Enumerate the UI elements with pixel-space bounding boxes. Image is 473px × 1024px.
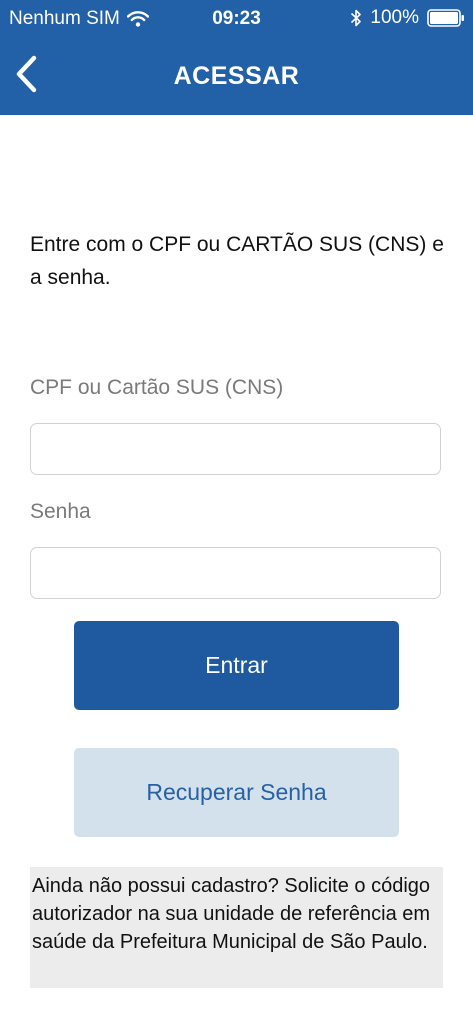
status-bar: Nenhum SIM 09:23 100% xyxy=(0,0,473,38)
entrar-button[interactable]: Entrar xyxy=(74,621,399,710)
page-title: ACESSAR xyxy=(173,62,300,90)
recuperar-senha-label: Recuperar Senha xyxy=(146,779,327,805)
entrar-button-label: Entrar xyxy=(205,652,268,678)
intro-text: Entre com o CPF ou CARTÃO SUS (CNS) e a … xyxy=(30,233,444,289)
nav-bar: ACESSAR xyxy=(0,38,473,115)
status-right-group: 100% xyxy=(350,7,465,29)
registration-notice: Ainda não possui cadastro? Solicite o có… xyxy=(30,867,443,988)
battery-icon xyxy=(427,9,465,27)
senha-label: Senha xyxy=(30,500,91,523)
senha-input[interactable] xyxy=(30,547,441,599)
bluetooth-icon xyxy=(350,8,362,28)
login-screen: Nenhum SIM 09:23 100% ACESSAR Entre com … xyxy=(0,0,473,1024)
header: Nenhum SIM 09:23 100% ACESSAR xyxy=(0,0,473,115)
battery-percent: 100% xyxy=(370,7,419,28)
cpf-label: CPF ou Cartão SUS (CNS) xyxy=(30,376,284,399)
recuperar-senha-button[interactable]: Recuperar Senha xyxy=(74,748,399,837)
cpf-input[interactable] xyxy=(30,423,441,475)
